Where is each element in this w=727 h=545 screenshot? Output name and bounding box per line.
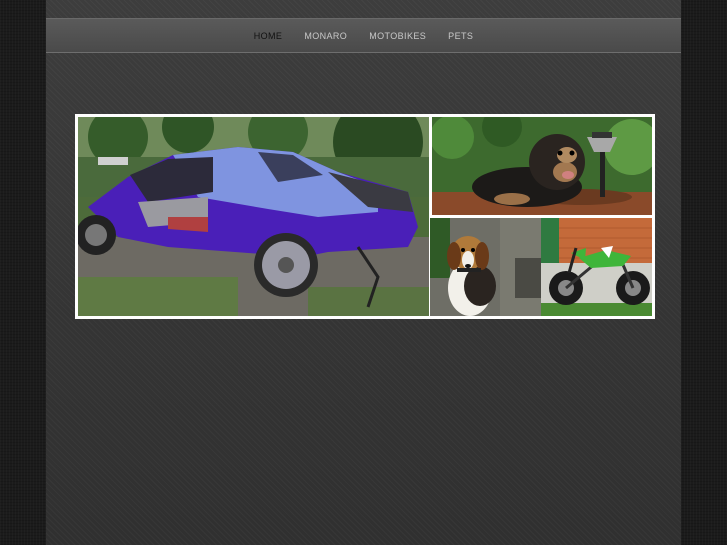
main-nav: HOME MONARO MOTOBIKES PETS xyxy=(46,18,681,53)
page-container: HOME MONARO MOTOBIKES PETS xyxy=(46,0,681,545)
nav-home[interactable]: HOME xyxy=(243,31,294,41)
motorbike-photo[interactable] xyxy=(541,218,652,316)
beagle-photo[interactable] xyxy=(430,218,541,316)
car-photo[interactable] xyxy=(78,117,429,316)
photo-gallery xyxy=(75,114,655,319)
nav-monaro[interactable]: MONARO xyxy=(293,31,358,41)
nav-motobikes[interactable]: MOTOBIKES xyxy=(358,31,437,41)
dog-photo[interactable] xyxy=(432,117,652,215)
nav-pets[interactable]: PETS xyxy=(437,31,484,41)
